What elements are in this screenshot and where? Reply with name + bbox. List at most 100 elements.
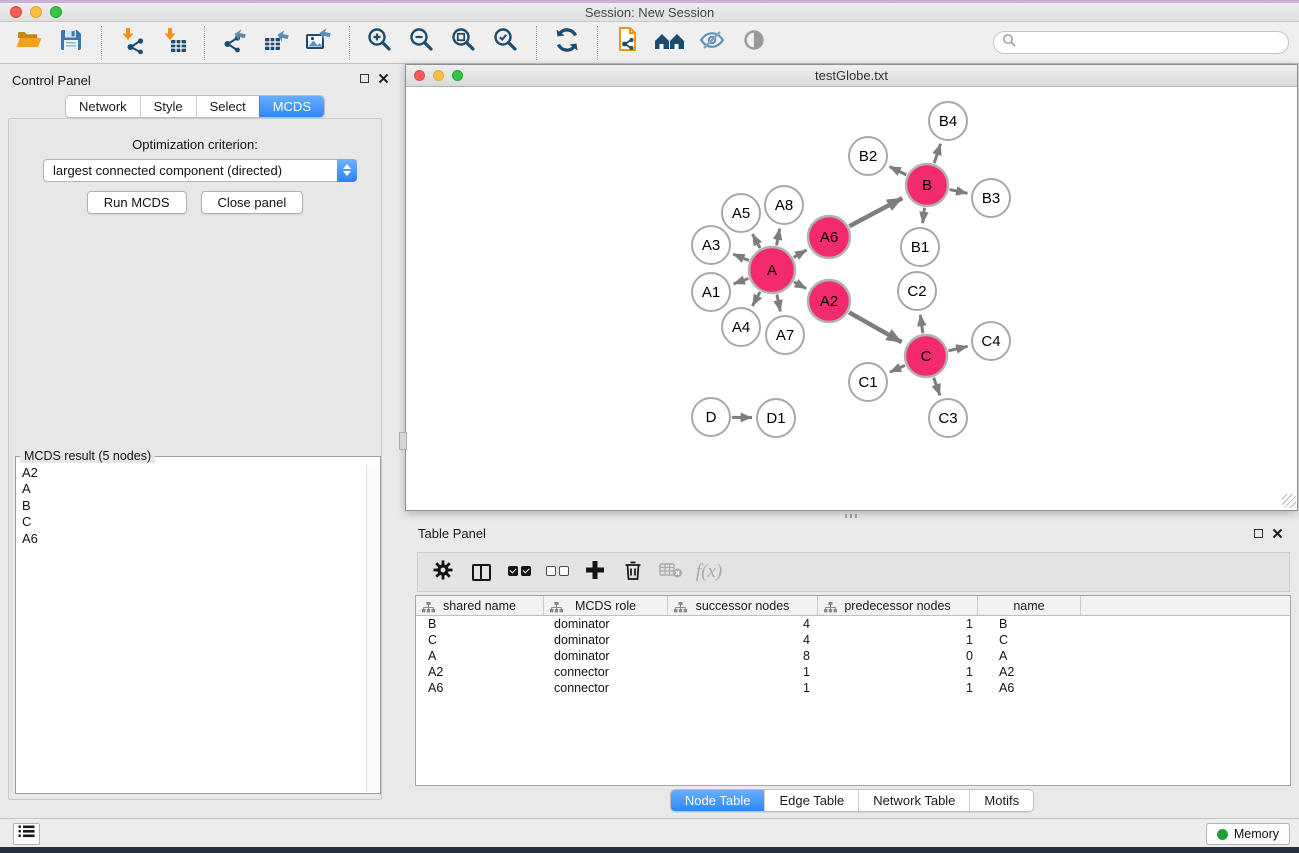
open-session-button[interactable] — [13, 26, 45, 60]
close-panel-icon[interactable] — [378, 73, 389, 84]
edge-A-A6[interactable] — [794, 250, 807, 257]
table-cell[interactable]: A2 — [978, 664, 1081, 680]
table-cell[interactable]: connector — [544, 680, 668, 696]
node-C3[interactable]: C3 — [929, 399, 967, 437]
node-A3[interactable]: A3 — [692, 226, 730, 264]
node-C[interactable]: C — [905, 335, 947, 377]
table-tab-network-table[interactable]: Network Table — [858, 790, 969, 811]
mcds-result-item[interactable]: A — [17, 481, 366, 497]
table-cell[interactable]: A6 — [978, 680, 1081, 696]
edge-B-B4[interactable] — [934, 144, 940, 163]
table-cell[interactable]: A — [416, 648, 544, 664]
import-table-button[interactable] — [158, 26, 190, 60]
edge-A-A8[interactable] — [777, 229, 780, 246]
edge-C-C2[interactable] — [920, 315, 923, 333]
node-B4[interactable]: B4 — [929, 102, 967, 140]
edge-A-A1[interactable] — [734, 278, 749, 283]
tab-style[interactable]: Style — [140, 96, 196, 117]
close-panel-button[interactable]: Close panel — [201, 191, 304, 214]
table-cell[interactable]: B — [416, 616, 544, 632]
node-B2[interactable]: B2 — [849, 137, 887, 175]
delete-table-button[interactable] — [656, 557, 686, 587]
mcds-result-scrollbar[interactable] — [366, 465, 379, 792]
home-button[interactable] — [654, 26, 686, 60]
table-tab-motifs[interactable]: Motifs — [969, 790, 1033, 811]
node-A2[interactable]: A2 — [808, 280, 850, 322]
column-header-name[interactable]: name — [978, 596, 1081, 615]
run-mcds-button[interactable]: Run MCDS — [87, 191, 187, 214]
edge-A2-C[interactable] — [849, 312, 902, 342]
zoom-in-button[interactable] — [364, 26, 396, 60]
node-A[interactable]: A — [749, 247, 795, 293]
table-row[interactable]: Adominator80A — [416, 648, 1290, 664]
resize-grip[interactable] — [1282, 494, 1296, 508]
edge-B-B1[interactable] — [923, 208, 925, 223]
node-C2[interactable]: C2 — [898, 272, 936, 310]
edge-A-A3[interactable] — [733, 254, 749, 260]
show-columns-button[interactable] — [466, 557, 496, 587]
mcds-result-item[interactable]: B — [17, 498, 366, 514]
tab-mcds[interactable]: MCDS — [259, 96, 324, 117]
show-task-history-button[interactable] — [13, 823, 40, 845]
memory-button[interactable]: Memory — [1206, 823, 1290, 845]
table-row[interactable]: Cdominator41C — [416, 632, 1290, 648]
edge-B-B3[interactable] — [950, 190, 968, 194]
export-image-button[interactable] — [303, 26, 335, 60]
table-cell[interactable]: A — [978, 648, 1081, 664]
table-cell[interactable]: connector — [544, 664, 668, 680]
table-cell[interactable]: A6 — [416, 680, 544, 696]
table-cell[interactable]: 1 — [818, 680, 978, 696]
table-cell[interactable]: A2 — [416, 664, 544, 680]
table-cell[interactable]: B — [978, 616, 1081, 632]
node-A5[interactable]: A5 — [722, 194, 760, 232]
node-C1[interactable]: C1 — [849, 363, 887, 401]
optimization-criterion-select[interactable]: largest connected component (directed) — [43, 159, 357, 182]
node-A1[interactable]: A1 — [692, 273, 730, 311]
network-window-titlebar[interactable]: testGlobe.txt — [406, 65, 1297, 87]
table-cell[interactable]: 1 — [668, 664, 818, 680]
node-A4[interactable]: A4 — [722, 308, 760, 346]
edge-A-A4[interactable] — [752, 292, 760, 306]
node-B3[interactable]: B3 — [972, 179, 1010, 217]
select-all-rows-button[interactable] — [504, 557, 534, 587]
edge-C-C4[interactable] — [948, 346, 967, 350]
table-cell[interactable]: C — [978, 632, 1081, 648]
tab-select[interactable]: Select — [196, 96, 259, 117]
search-input[interactable] — [1021, 36, 1280, 50]
export-table-button[interactable] — [261, 26, 293, 60]
float-panel-icon[interactable] — [360, 74, 369, 83]
node-A8[interactable]: A8 — [765, 186, 803, 224]
edge-C-C1[interactable] — [890, 365, 905, 372]
table-cell[interactable]: 4 — [668, 616, 818, 632]
deselect-all-rows-button[interactable] — [542, 557, 572, 587]
search-field[interactable] — [993, 31, 1289, 54]
node-B[interactable]: B — [906, 164, 948, 206]
node-A6[interactable]: A6 — [808, 216, 850, 258]
table-row[interactable]: Bdominator41B — [416, 616, 1290, 632]
zoom-out-button[interactable] — [406, 26, 438, 60]
table-cell[interactable]: dominator — [544, 632, 668, 648]
table-cell[interactable]: 0 — [818, 648, 978, 664]
table-cell[interactable]: 1 — [818, 616, 978, 632]
table-row[interactable]: A2connector11A2 — [416, 664, 1290, 680]
column-header-successor-nodes[interactable]: successor nodes — [668, 596, 818, 615]
duplicate-network-button[interactable] — [612, 26, 644, 60]
column-header-mcds-role[interactable]: MCDS role — [544, 596, 668, 615]
import-network-button[interactable] — [116, 26, 148, 60]
delete-column-button[interactable] — [618, 557, 648, 587]
table-tab-node-table[interactable]: Node Table — [671, 790, 765, 811]
add-column-button[interactable] — [580, 557, 610, 587]
zoom-fit-button[interactable] — [448, 26, 480, 60]
table-tab-edge-table[interactable]: Edge Table — [764, 790, 858, 811]
node-A7[interactable]: A7 — [766, 316, 804, 354]
edge-A6-B[interactable] — [849, 198, 902, 226]
network-canvas[interactable]: B4B2BB3A8A5A6A3B1AC2A1A2A4A7C4CC1C3DD1 — [406, 87, 1297, 510]
table-cell[interactable]: dominator — [544, 648, 668, 664]
tab-network[interactable]: Network — [66, 96, 140, 117]
show-panels-button[interactable] — [738, 26, 770, 60]
table-settings-button[interactable] — [428, 557, 458, 587]
table-cell[interactable]: 1 — [818, 632, 978, 648]
splitter-handle-left[interactable] — [399, 432, 407, 450]
mcds-result-item[interactable]: A2 — [17, 465, 366, 481]
table-cell[interactable]: 1 — [668, 680, 818, 696]
